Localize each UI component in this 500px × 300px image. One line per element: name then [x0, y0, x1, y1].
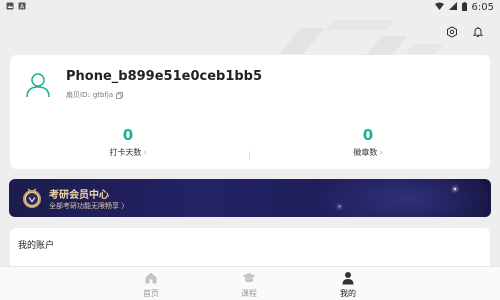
person-outline-icon: [26, 73, 50, 98]
nav-label: 我的: [340, 289, 356, 298]
nav-label: 首页: [143, 289, 159, 298]
backdrop-shape: [325, 20, 395, 30]
header-actions: [444, 24, 486, 40]
chevron-right-icon: ›: [143, 148, 147, 157]
wifi-icon: [434, 2, 444, 13]
uid-value: gtbfja: [92, 91, 114, 99]
settings-icon[interactable]: [444, 24, 460, 40]
home-icon: [145, 272, 157, 284]
bell-icon[interactable]: [470, 24, 486, 40]
stat-checkin-days[interactable]: 0 打卡天数 ›: [68, 127, 188, 158]
status-bar: A 6:05: [0, 0, 500, 15]
nav-item-home[interactable]: 首页: [121, 271, 181, 299]
vip-banner[interactable]: 考研会员中心 全部考研功能无限畅享 〉: [9, 179, 491, 217]
copy-icon[interactable]: [116, 91, 124, 99]
uid-row: 扇贝ID: gtbfja: [66, 90, 124, 100]
backdrop-shape: [279, 28, 325, 54]
nav-label: 课程: [241, 289, 257, 298]
divider: [249, 151, 250, 160]
uid-label: 扇贝ID:: [66, 91, 90, 99]
signal-icon: [448, 2, 457, 13]
stat-label: 徽章数 ›: [308, 147, 428, 158]
stat-value: 0: [362, 126, 374, 144]
status-left: A: [6, 2, 26, 13]
text-icon: A: [18, 2, 26, 13]
chevron-right-icon: ›: [379, 148, 383, 157]
screen: A 6:05 Phone_b899e51e0ceb1bb5 扇贝ID: gtbf…: [0, 0, 500, 300]
profile-card: Phone_b899e51e0ceb1bb5 扇贝ID: gtbfja 0 打卡…: [10, 55, 490, 169]
person-icon: [342, 272, 354, 285]
image-icon: [6, 2, 14, 13]
sparkle-icon: [339, 206, 340, 207]
avatar[interactable]: [24, 71, 52, 99]
nav-item-mine[interactable]: 我的: [318, 271, 378, 299]
stat-badges[interactable]: 0 徽章数 ›: [308, 127, 428, 158]
sparkle-icon: [454, 188, 456, 190]
account-title: 我的账户: [18, 241, 55, 251]
banner-glow: [309, 179, 491, 217]
vip-subtitle: 全部考研功能无限畅享 〉: [49, 202, 129, 210]
backdrop-shape: [405, 44, 445, 54]
bottom-nav: 首页 课程 我的: [0, 266, 500, 300]
vip-title: 考研会员中心: [49, 190, 109, 201]
username: Phone_b899e51e0ceb1bb5: [66, 69, 263, 84]
battery-icon: [461, 1, 467, 14]
stat-label: 打卡天数 ›: [68, 147, 188, 158]
account-card: 我的账户: [10, 228, 490, 268]
stat-label-text: 打卡天数: [109, 148, 142, 157]
graduation-cap-icon: [242, 273, 256, 283]
nav-item-course[interactable]: 课程: [219, 271, 279, 299]
stat-value: 0: [122, 126, 134, 144]
vip-medal-icon: [21, 187, 43, 209]
status-right: 6:05: [434, 1, 494, 14]
status-time: 6:05: [471, 2, 494, 13]
stat-label-text: 徽章数: [353, 148, 378, 157]
